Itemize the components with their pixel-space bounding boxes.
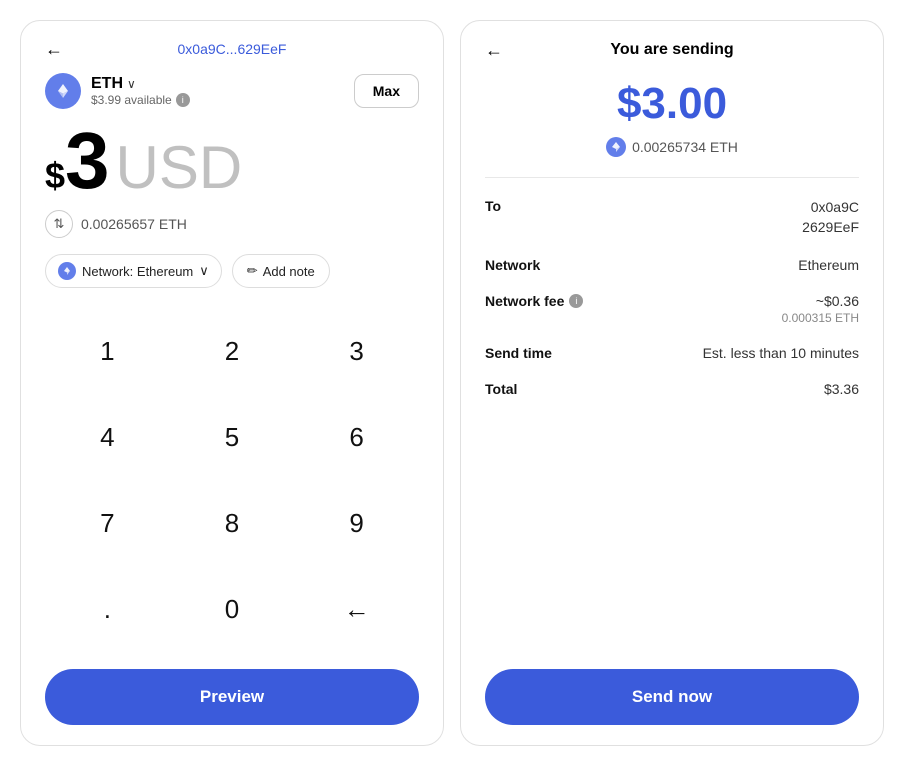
numpad-decimal[interactable]: . — [45, 567, 170, 653]
total-row: Total $3.36 — [485, 381, 859, 397]
pencil-icon: ✏ — [247, 263, 258, 279]
fee-label: Network fee — [485, 293, 564, 309]
send-eth-row: 0.00265734 ETH — [485, 137, 859, 157]
preview-button[interactable]: Preview — [45, 669, 419, 725]
send-panel-left: ← 0x0a9C...629EeF ETH ∨ — [20, 20, 444, 746]
network-row: Network Ethereum — [485, 257, 859, 273]
add-note-label: Add note — [263, 264, 315, 279]
numpad-2[interactable]: 2 — [170, 308, 295, 394]
send-time-label: Send time — [485, 345, 552, 361]
token-chevron-icon[interactable]: ∨ — [127, 77, 136, 91]
add-note-button[interactable]: ✏ Add note — [232, 254, 330, 288]
spacer — [485, 417, 859, 657]
numpad-7[interactable]: 7 — [45, 481, 170, 567]
numpad-9[interactable]: 9 — [294, 481, 419, 567]
send-eth-logo-icon — [606, 137, 626, 157]
send-time-value: Est. less than 10 minutes — [703, 345, 859, 361]
numpad-6[interactable]: 6 — [294, 394, 419, 480]
network-detail-label: Network — [485, 257, 540, 273]
send-panel-right: ← You are sending $3.00 0.00265734 ETH T… — [460, 20, 884, 746]
fee-row: Network fee i ~$0.36 0.000315 ETH — [485, 293, 859, 325]
eth-logo-icon — [45, 73, 81, 109]
token-info[interactable]: ETH ∨ $3.99 available i — [45, 73, 190, 109]
numpad-8[interactable]: 8 — [170, 481, 295, 567]
numpad-1[interactable]: 1 — [45, 308, 170, 394]
fee-eth: 0.000315 ETH — [782, 311, 859, 325]
numpad-3[interactable]: 3 — [294, 308, 419, 394]
numpad-4[interactable]: 4 — [45, 394, 170, 480]
page-title-right: You are sending — [610, 41, 733, 59]
balance-info-icon[interactable]: i — [176, 93, 190, 107]
total-label: Total — [485, 381, 517, 397]
right-header: ← You are sending — [485, 41, 859, 59]
to-address-line1: 0x0a9C — [802, 198, 859, 218]
token-balance-text: $3.99 available — [91, 93, 172, 107]
token-balance-row: $3.99 available i — [91, 93, 190, 107]
eth-amount-row: ⇅ 0.00265657 ETH — [45, 210, 419, 238]
numpad-5[interactable]: 5 — [170, 394, 295, 480]
wallet-address[interactable]: 0x0a9C...629EeF — [178, 41, 287, 57]
token-row: ETH ∨ $3.99 available i Max — [45, 73, 419, 109]
token-symbol: ETH — [91, 75, 123, 93]
network-chevron-icon: ∨ — [199, 263, 209, 279]
to-address-line2: 2629EeF — [802, 218, 859, 238]
to-row: To 0x0a9C 2629EeF — [485, 198, 859, 237]
fee-info-icon[interactable]: i — [569, 294, 583, 308]
to-label: To — [485, 198, 501, 214]
network-eth-icon — [58, 262, 76, 280]
eth-amount-text: 0.00265657 ETH — [81, 216, 187, 232]
dollar-sign: $ — [45, 155, 65, 197]
back-button-right[interactable]: ← — [485, 40, 503, 61]
send-amount-large: $3.00 — [485, 79, 859, 129]
max-button[interactable]: Max — [354, 74, 419, 108]
amount-display: $ 3 USD — [45, 121, 419, 202]
fee-label-row: Network fee i — [485, 293, 583, 309]
amount-currency: USD — [116, 133, 243, 202]
send-eth-amount: 0.00265734 ETH — [632, 139, 738, 155]
network-label: Network: Ethereum — [82, 264, 193, 279]
app-container: ← 0x0a9C...629EeF ETH ∨ — [0, 0, 904, 766]
numpad-backspace[interactable]: ← — [294, 567, 419, 653]
send-time-row: Send time Est. less than 10 minutes — [485, 345, 859, 361]
numpad-0[interactable]: 0 — [170, 567, 295, 653]
divider — [485, 177, 859, 178]
network-button[interactable]: Network: Ethereum ∨ — [45, 254, 222, 288]
back-button-left[interactable]: ← — [45, 39, 63, 60]
left-header: ← 0x0a9C...629EeF — [45, 41, 419, 57]
fee-value: ~$0.36 — [782, 293, 859, 309]
network-detail-value: Ethereum — [798, 257, 859, 273]
token-name-row: ETH ∨ — [91, 75, 190, 93]
controls-row: Network: Ethereum ∨ ✏ Add note — [45, 254, 419, 288]
swap-icon[interactable]: ⇅ — [45, 210, 73, 238]
send-now-button[interactable]: Send now — [485, 669, 859, 725]
amount-number: 3 — [65, 121, 110, 201]
total-value: $3.36 — [824, 381, 859, 397]
numpad: 1 2 3 4 5 6 7 8 9 . 0 ← — [45, 308, 419, 653]
